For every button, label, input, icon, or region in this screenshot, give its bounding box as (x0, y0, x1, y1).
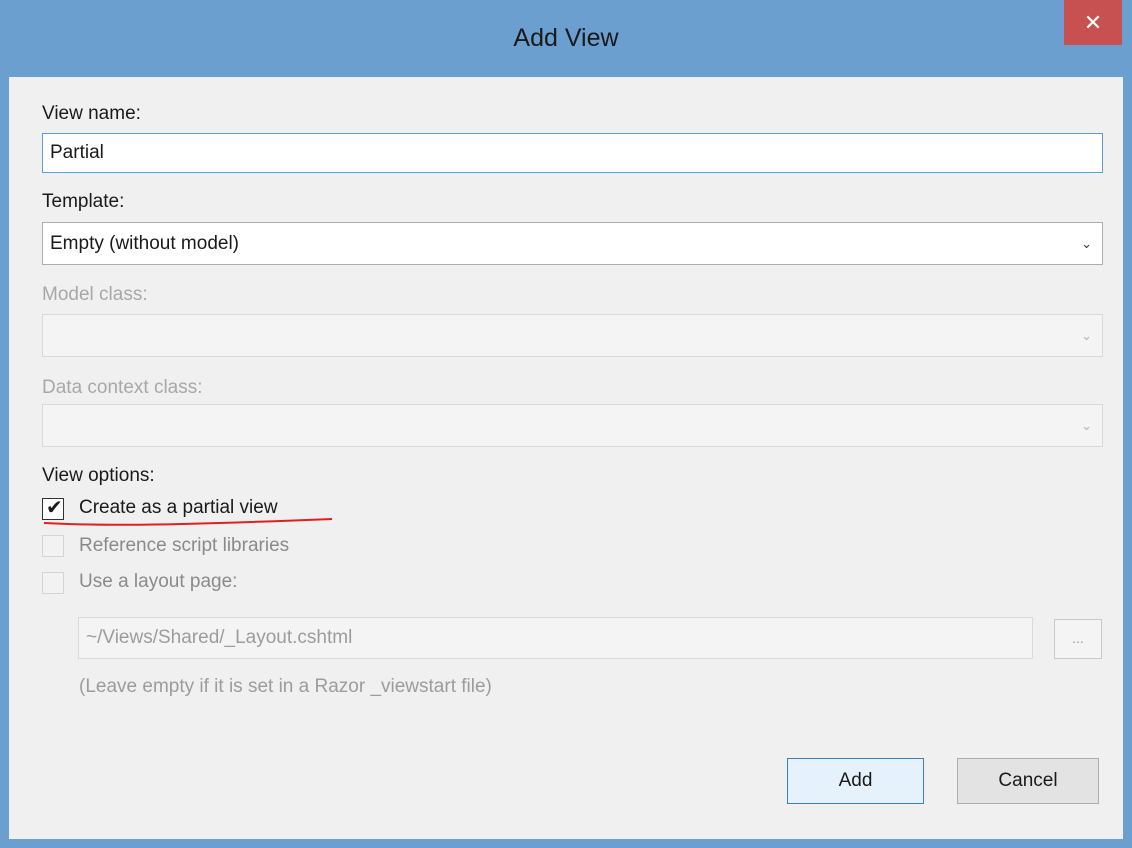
chevron-down-icon: ⌄ (1081, 418, 1092, 433)
template-select[interactable]: Empty (without model) ⌄ (42, 222, 1103, 265)
close-icon: ✕ (1083, 10, 1103, 35)
chevron-down-icon: ⌄ (1081, 236, 1092, 251)
reference-scripts-checkbox[interactable] (42, 535, 64, 557)
layout-page-checkbox[interactable] (42, 572, 64, 594)
reference-scripts-label: Reference script libraries (79, 535, 290, 556)
data-context-class-select[interactable]: ⌄ (42, 404, 1103, 447)
red-annotation-underline (43, 518, 333, 526)
chevron-down-icon: ⌄ (1081, 328, 1092, 343)
layout-path-value: ~/Views/Shared/_Layout.cshtml (86, 627, 353, 648)
layout-hint: (Leave empty if it is set in a Razor _vi… (79, 676, 492, 697)
browse-label: ... (1072, 630, 1084, 646)
cancel-button[interactable]: Cancel (957, 758, 1099, 804)
data-context-class-label: Data context class: (42, 377, 203, 398)
layout-path-input[interactable]: ~/Views/Shared/_Layout.cshtml (78, 617, 1033, 659)
dialog-title: Add View (513, 24, 619, 52)
view-name-input[interactable]: Partial (42, 133, 1103, 173)
view-name-value: Partial (50, 142, 104, 163)
layout-page-label: Use a layout page: (79, 571, 238, 592)
view-name-label: View name: (42, 103, 141, 124)
view-options-label: View options: (42, 465, 155, 486)
model-class-select[interactable]: ⌄ (42, 314, 1103, 357)
title-bar[interactable]: Add View ✕ (0, 0, 1132, 77)
browse-button[interactable]: ... (1054, 619, 1102, 659)
template-label: Template: (42, 191, 125, 212)
model-class-label: Model class: (42, 284, 148, 305)
template-value: Empty (without model) (50, 233, 240, 254)
dialog-body: View name: Partial Template: Empty (with… (9, 77, 1123, 839)
close-button[interactable]: ✕ (1064, 0, 1122, 45)
add-button[interactable]: Add (787, 758, 924, 804)
add-view-dialog: Add View ✕ View name: Partial Template: … (0, 0, 1132, 848)
